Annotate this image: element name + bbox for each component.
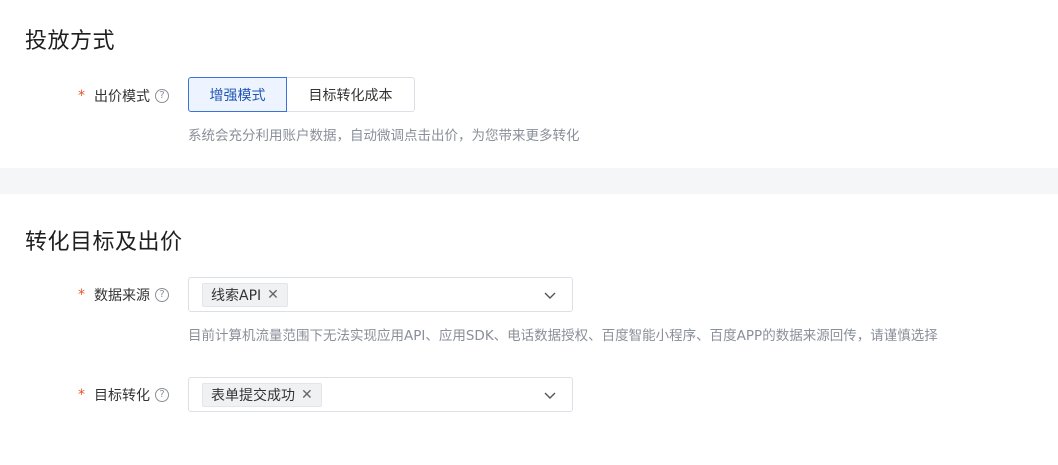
data-source-label-row: * 数据来源 ? (78, 285, 169, 305)
bid-mode-hint: 系统会充分利用账户数据，自动微调点击出价，为您带来更多转化 (188, 128, 580, 144)
required-mark: * (78, 387, 85, 403)
tag-label: 表单提交成功 (211, 387, 295, 404)
chevron-down-icon[interactable] (544, 289, 556, 301)
bid-mode-toggle: 增强模式 目标转化成本 (188, 77, 415, 112)
data-source-select[interactable]: 线索API ✕ (188, 277, 573, 312)
target-conversion-select[interactable]: 表单提交成功 ✕ (188, 377, 573, 412)
close-icon[interactable]: ✕ (267, 287, 279, 303)
tag-label: 线索API (211, 287, 262, 304)
bid-mode-enhanced-button[interactable]: 增强模式 (188, 77, 287, 112)
bid-mode-target-cost-button[interactable]: 目标转化成本 (287, 77, 415, 112)
bid-mode-label: 出价模式 (94, 89, 150, 105)
target-conversion-label: 目标转化 (94, 388, 150, 404)
question-circle-icon[interactable]: ? (155, 89, 169, 103)
required-mark: * (78, 287, 85, 303)
question-circle-icon[interactable]: ? (155, 288, 169, 302)
page: 投放方式 * 出价模式 ? 增强模式 目标转化成本 系统会充分利用账户数据，自动… (0, 0, 1058, 465)
section-title-delivery: 投放方式 (25, 29, 116, 54)
bid-mode-label-row: * 出价模式 ? (78, 86, 169, 106)
target-conversion-tag: 表单提交成功 ✕ (202, 382, 322, 407)
data-source-label: 数据来源 (94, 288, 150, 304)
data-source-hint: 目前计算机流量范围下无法实现应用API、应用SDK、电话数据授权、百度智能小程序… (188, 328, 938, 344)
section-title-conversion: 转化目标及出价 (25, 230, 183, 255)
close-icon[interactable]: ✕ (301, 387, 313, 403)
chevron-down-icon[interactable] (544, 389, 556, 401)
section-divider (0, 168, 1058, 194)
required-mark: * (78, 88, 85, 104)
question-circle-icon[interactable]: ? (155, 388, 169, 402)
data-source-tag: 线索API ✕ (202, 282, 288, 307)
target-conversion-label-row: * 目标转化 ? (78, 385, 169, 405)
